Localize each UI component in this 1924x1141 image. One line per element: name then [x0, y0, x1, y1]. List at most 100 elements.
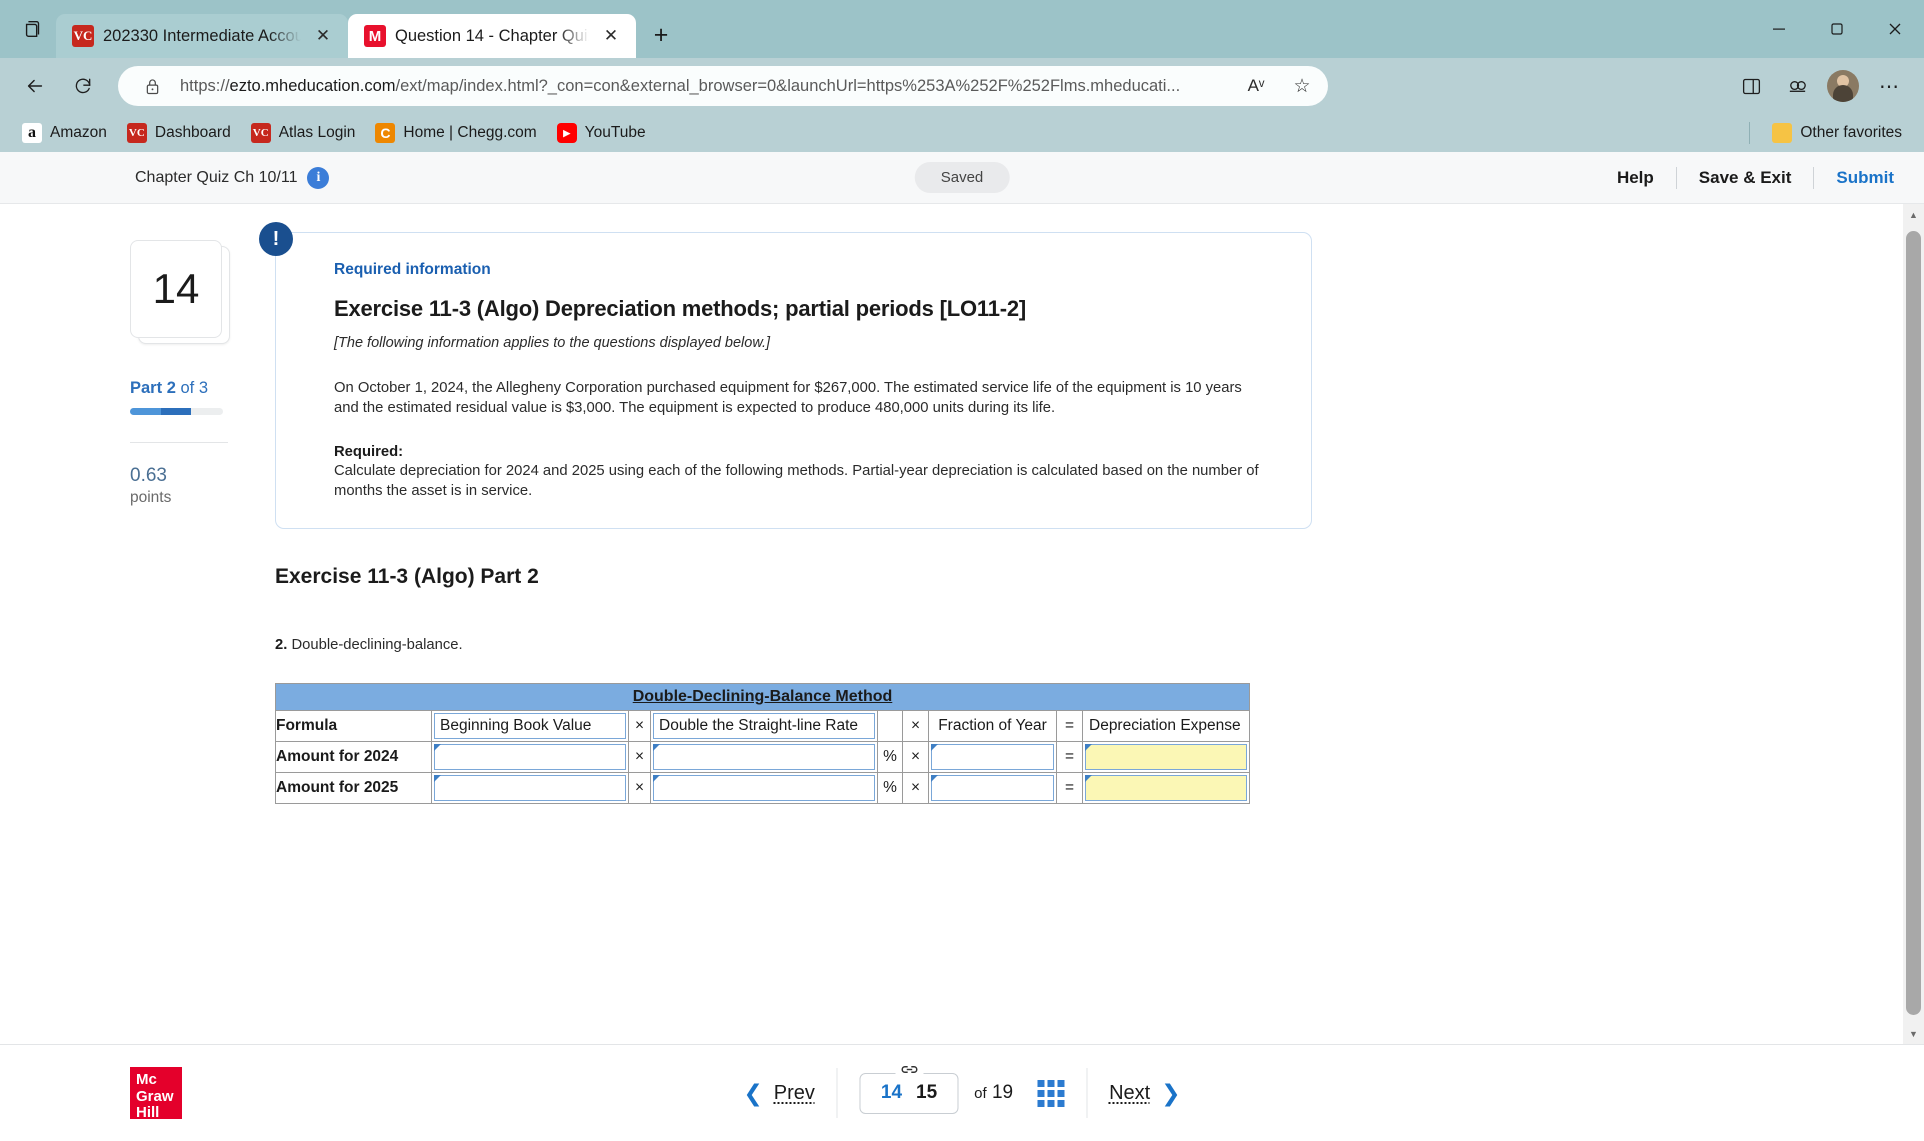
nav-right-actions: ⋯	[1730, 65, 1910, 107]
prev-label: Prev	[773, 1081, 815, 1104]
read-aloud-icon[interactable]: Aᵛ	[1238, 68, 1274, 104]
browser-window: VC 202330 Intermediate Accounting ✕ M Qu…	[0, 0, 1924, 1141]
required-information-box: ! Required information Exercise 11-3 (Al…	[259, 222, 1312, 529]
vertical-scrollbar[interactable]: ▲ ▼	[1903, 204, 1924, 1044]
other-favorites-button[interactable]: Other favorites	[1764, 119, 1910, 147]
bookmark-chegg[interactable]: C Home | Chegg.com	[367, 119, 544, 147]
header-double-straight-line-rate: Double the Straight-line Rate	[650, 709, 878, 742]
window-controls	[1750, 0, 1924, 58]
bookmark-amazon[interactable]: a Amazon	[14, 119, 115, 147]
bookmark-atlas-login[interactable]: VC Atlas Login	[243, 119, 364, 147]
help-button[interactable]: Help	[1595, 168, 1676, 188]
page-total: 19	[991, 1082, 1014, 1103]
operator-multiply: ×	[902, 771, 929, 804]
part-current: 2	[166, 379, 176, 397]
address-bar[interactable]: https://ezto.mheducation.com/ext/map/ind…	[118, 66, 1328, 106]
close-icon[interactable]: ✕	[598, 23, 624, 49]
table-title: Double-Declining-Balance Method	[275, 682, 1250, 711]
input-2025-beginning-book-value[interactable]	[431, 771, 629, 804]
page-number-linked[interactable]: 15	[916, 1082, 937, 1104]
next-button[interactable]: Next ❯	[1109, 1080, 1180, 1107]
depreciation-table: Double-Declining-Balance Method Formula …	[275, 682, 1250, 804]
logo-line-1: Mc	[136, 1071, 157, 1088]
prev-button[interactable]: ❮ Prev	[743, 1080, 814, 1107]
bookmark-dashboard[interactable]: VC Dashboard	[119, 119, 239, 147]
settings-icon[interactable]: ⋯	[1868, 65, 1910, 107]
collections-icon[interactable]	[1776, 65, 1818, 107]
vitalsource-icon: VC	[126, 123, 147, 143]
vitalsource-icon: VC	[72, 25, 94, 47]
cell-marker-icon	[931, 774, 938, 782]
close-icon[interactable]: ✕	[310, 23, 336, 49]
question-sidebar: 14 Part 2 of 3 0.63 points	[0, 232, 275, 1044]
split-screen-icon[interactable]	[1730, 65, 1772, 107]
row-label-2025: Amount for 2025	[275, 771, 432, 804]
new-tab-button[interactable]: +	[642, 16, 680, 54]
scroll-down-icon[interactable]: ▼	[1903, 1023, 1924, 1044]
scrollbar-thumb[interactable]	[1906, 231, 1921, 1015]
bookmark-label: Dashboard	[154, 124, 231, 141]
question-card-front: 14	[130, 240, 222, 338]
browser-tab-1[interactable]: VC 202330 Intermediate Accounting ✕	[56, 14, 348, 58]
grid-icon[interactable]	[1037, 1079, 1065, 1107]
page-selector[interactable]: 14 15	[859, 1062, 959, 1114]
cell-marker-icon	[653, 743, 660, 751]
input-2025-depreciation-expense[interactable]	[1082, 771, 1250, 804]
logo-line-2: Graw	[136, 1087, 174, 1105]
submit-button[interactable]: Submit	[1814, 168, 1894, 188]
tab-strip: VC 202330 Intermediate Accounting ✕ M Qu…	[0, 0, 1924, 58]
operator-multiply: ×	[628, 709, 651, 742]
info-icon[interactable]: i	[307, 166, 330, 189]
table-row: Amount for 2024 × % × =	[275, 740, 1250, 773]
cell-marker-icon	[653, 774, 660, 782]
input-2024-beginning-book-value[interactable]	[431, 740, 629, 773]
part-progress-bar	[130, 408, 223, 415]
input-2025-rate[interactable]	[650, 771, 878, 804]
pagination-controls: ❮ Prev 14 15 of 19 Next ❯	[743, 1062, 1181, 1118]
bookmark-youtube[interactable]: ▶ YouTube	[549, 119, 654, 147]
browser-tab-2[interactable]: M Question 14 - Chapter Quiz Ch 10/11 ✕	[348, 14, 636, 58]
quiz-header: Chapter Quiz Ch 10/11 i Saved Help Save …	[0, 152, 1924, 204]
logo-line-3: Hill	[136, 1104, 160, 1121]
minimize-icon[interactable]	[1750, 0, 1808, 58]
row-label-2024: Amount for 2024	[275, 740, 432, 773]
sub-question: 2. Double-declining-balance.	[275, 637, 1864, 653]
input-2025-fraction-of-year[interactable]	[928, 771, 1057, 804]
required-information-label: Required information	[334, 261, 491, 278]
scenario-text: On October 1, 2024, the Allegheny Corpor…	[334, 380, 1242, 416]
save-and-exit-button[interactable]: Save & Exit	[1677, 168, 1814, 188]
bookmark-label: YouTube	[584, 124, 646, 141]
tab-search-icon[interactable]	[10, 5, 56, 53]
operator-equals: =	[1056, 740, 1083, 773]
header-percent-cell	[877, 709, 903, 742]
input-2024-fraction-of-year[interactable]	[928, 740, 1057, 773]
scroll-up-icon[interactable]: ▲	[1903, 204, 1924, 225]
input-2024-rate[interactable]	[650, 740, 878, 773]
scrollbar-track[interactable]	[1903, 225, 1924, 1023]
close-icon[interactable]	[1866, 0, 1924, 58]
operator-multiply: ×	[628, 740, 651, 773]
divider	[836, 1068, 838, 1118]
page-number-current[interactable]: 14	[881, 1082, 902, 1104]
page-title: Chapter Quiz Ch 10/11	[135, 168, 298, 186]
reload-icon[interactable]	[62, 65, 104, 107]
mheducation-icon: M	[364, 25, 386, 47]
maximize-icon[interactable]	[1808, 0, 1866, 58]
avatar[interactable]	[1822, 65, 1864, 107]
favorite-icon[interactable]: ☆	[1284, 68, 1320, 104]
input-2024-depreciation-expense[interactable]	[1082, 740, 1250, 773]
back-icon[interactable]	[14, 65, 56, 107]
lock-icon	[134, 68, 170, 104]
cell-marker-icon	[434, 774, 441, 782]
progress-segment-2	[160, 408, 192, 415]
content-wrapper: 14 Part 2 of 3 0.63 points ! Required in…	[0, 204, 1924, 1044]
bookmarks-right: Other favorites	[1739, 119, 1910, 147]
part-prefix: Part	[130, 379, 163, 397]
operator-equals: =	[1056, 771, 1083, 804]
divider	[130, 442, 228, 443]
cell-marker-icon	[434, 743, 441, 751]
table-header-row: Formula Beginning Book Value × Double th…	[275, 709, 1250, 742]
required-text: Calculate depreciation for 2024 and 2025…	[334, 463, 1259, 500]
page-total-label: of 19	[974, 1082, 1013, 1104]
percent-symbol-2024: %	[877, 740, 903, 773]
